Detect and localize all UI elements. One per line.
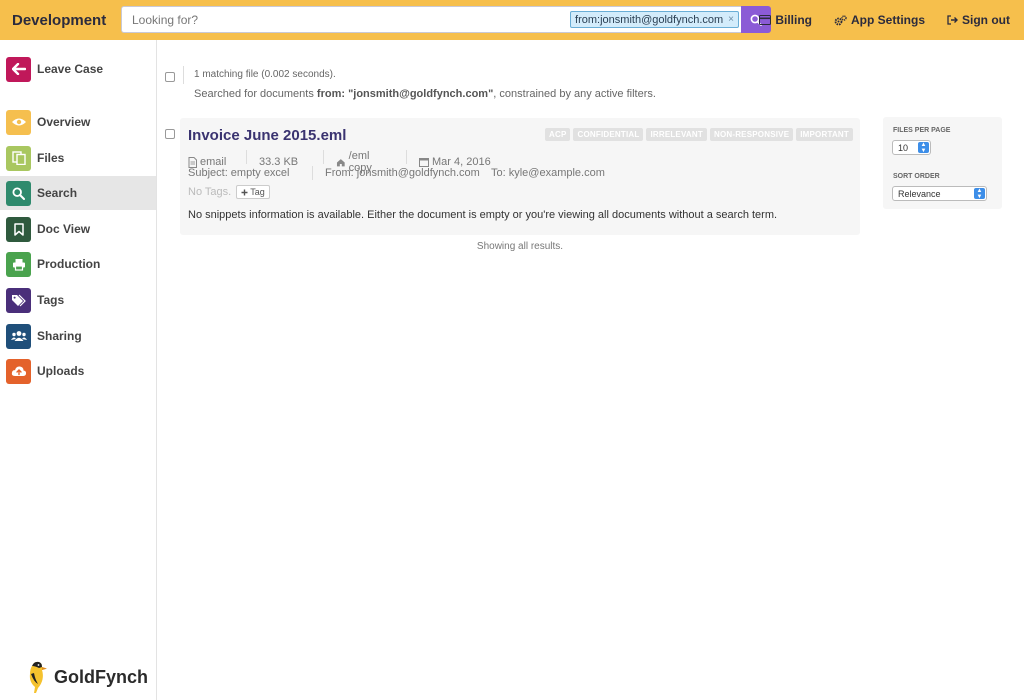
label-confidential[interactable]: CONFIDENTIAL: [573, 128, 644, 141]
results-options-panel: FILES PER PAGE 10 ▲ ▼ SORT ORDER Relevanc…: [883, 117, 1002, 209]
divider: [323, 150, 324, 164]
eye-icon: [6, 109, 31, 135]
label-non-responsive[interactable]: NON-RESPONSIVE: [709, 128, 794, 141]
sort-order-value: Relevance: [898, 188, 941, 199]
search-input[interactable]: [132, 12, 552, 27]
showing-results: Showing all results.: [476, 241, 564, 252]
plus-icon: [241, 189, 248, 195]
sidebar: Leave Case Overview Files Search Doc Vie…: [0, 40, 157, 700]
divider: [183, 66, 184, 84]
document-title-link[interactable]: Invoice June 2015.eml: [188, 127, 346, 144]
sidebar-item-label: Sharing: [37, 329, 82, 343]
search-description-query: from: "jonsmith@goldfynch.com": [316, 88, 494, 100]
sidebar-item-label: Leave Case: [37, 62, 104, 76]
result-card: Invoice June 2015.eml ACP CONFIDENTIAL I…: [180, 118, 860, 235]
users-icon: [6, 323, 31, 349]
top-bar: Development from:jonsmith@goldfynch.com …: [0, 0, 1024, 40]
billing-label: Billing: [775, 13, 812, 27]
sidebar-item-leave-case[interactable]: Leave Case: [0, 52, 156, 86]
app-settings-link[interactable]: App Settings: [834, 13, 925, 27]
app-settings-label: App Settings: [851, 13, 925, 27]
sidebar-item-label: Uploads: [37, 364, 85, 378]
search-token[interactable]: from:jonsmith@goldfynch.com ×: [570, 11, 739, 28]
sidebar-item-label: Production: [37, 257, 101, 271]
files-per-page-label: FILES PER PAGE: [893, 127, 951, 134]
sign-out-link[interactable]: Sign out: [947, 13, 1010, 27]
divider: [312, 166, 313, 180]
divider: [246, 150, 247, 164]
result-checkbox[interactable]: [165, 129, 175, 139]
select-all-checkbox[interactable]: [165, 72, 175, 82]
credit-card-icon: [759, 15, 772, 25]
logo-text: GoldFynch: [54, 666, 148, 687]
files-per-page-value: 10: [898, 142, 909, 153]
billing-link[interactable]: Billing: [759, 13, 812, 27]
bookmark-icon: [6, 216, 31, 242]
sidebar-item-label: Search: [37, 186, 78, 200]
main-content: 1 matching file (0.002 seconds). Searche…: [157, 40, 1024, 700]
sidebar-item-label: Tags: [37, 293, 65, 307]
divider: [406, 150, 407, 164]
meta-row-2: Subject: empty excel From: jonsmith@gold…: [188, 166, 605, 180]
cloud-upload-icon: [6, 358, 31, 384]
sort-order-select[interactable]: Relevance ▲ ▼: [892, 186, 987, 201]
doc-subject: Subject: empty excel: [188, 167, 290, 179]
sidebar-item-tags[interactable]: Tags: [0, 283, 156, 317]
sidebar-item-files[interactable]: Files: [0, 141, 156, 175]
search-description-suffix: , constrained by any active filters.: [493, 88, 656, 100]
snippet-text: No snippets information is available. Ei…: [188, 209, 778, 221]
search-bar: from:jonsmith@goldfynch.com ×: [121, 6, 771, 33]
add-tag-button[interactable]: Tag: [236, 185, 270, 199]
tags-row: No Tags. Tag: [188, 185, 270, 199]
no-tags-label: No Tags.: [188, 186, 232, 198]
files-per-page-select[interactable]: 10 ▲ ▼: [892, 140, 931, 155]
gears-icon: [834, 14, 847, 25]
sign-out-icon: [947, 15, 958, 25]
sidebar-item-overview[interactable]: Overview: [0, 105, 156, 139]
sidebar-item-sharing[interactable]: Sharing: [0, 319, 156, 353]
search-description-prefix: Searched for documents: [194, 88, 317, 100]
label-irrelevant[interactable]: IRRELEVANT: [646, 128, 707, 141]
label-acp[interactable]: ACP: [544, 128, 571, 141]
files-icon: [6, 145, 31, 171]
sign-out-label: Sign out: [962, 13, 1010, 27]
chevron-up-down-icon: ▲ ▼: [974, 188, 985, 200]
goldfynch-logo[interactable]: GoldFynch: [26, 660, 148, 694]
app-title[interactable]: Development: [0, 12, 120, 29]
label-important[interactable]: IMPORTANT: [796, 128, 853, 141]
sort-order-label: SORT ORDER: [893, 173, 940, 180]
sidebar-item-search[interactable]: Search: [0, 176, 156, 210]
sidebar-item-label: Doc View: [37, 222, 91, 236]
close-icon[interactable]: ×: [728, 14, 734, 25]
arrow-left-icon: [6, 56, 31, 82]
result-count: 1 matching file (0.002 seconds).: [194, 69, 336, 80]
add-tag-label: Tag: [250, 187, 265, 197]
sidebar-item-label: Files: [37, 151, 65, 165]
sidebar-item-doc-view[interactable]: Doc View: [0, 212, 156, 246]
chevron-up-down-icon: ▲ ▼: [918, 142, 929, 154]
tags-icon: [6, 287, 31, 313]
bird-logo-icon: [29, 661, 47, 693]
top-links: Billing App Settings Sign out: [759, 0, 1010, 40]
label-list: ACP CONFIDENTIAL IRRELEVANT NON-RESPONSI…: [544, 128, 853, 141]
search-description: Searched for documents from: "jonsmith@g…: [194, 88, 656, 100]
sidebar-item-production[interactable]: Production: [0, 247, 156, 281]
search-token-label: from:jonsmith@goldfynch.com: [575, 13, 724, 26]
sidebar-item-uploads[interactable]: Uploads: [0, 354, 156, 388]
print-icon: [6, 251, 31, 277]
sidebar-item-label: Overview: [37, 115, 91, 129]
search-icon: [6, 180, 31, 206]
doc-to: To: kyle@example.com: [491, 167, 605, 179]
search-box[interactable]: from:jonsmith@goldfynch.com ×: [121, 6, 741, 33]
doc-from: From: jonsmith@goldfynch.com: [325, 167, 480, 179]
